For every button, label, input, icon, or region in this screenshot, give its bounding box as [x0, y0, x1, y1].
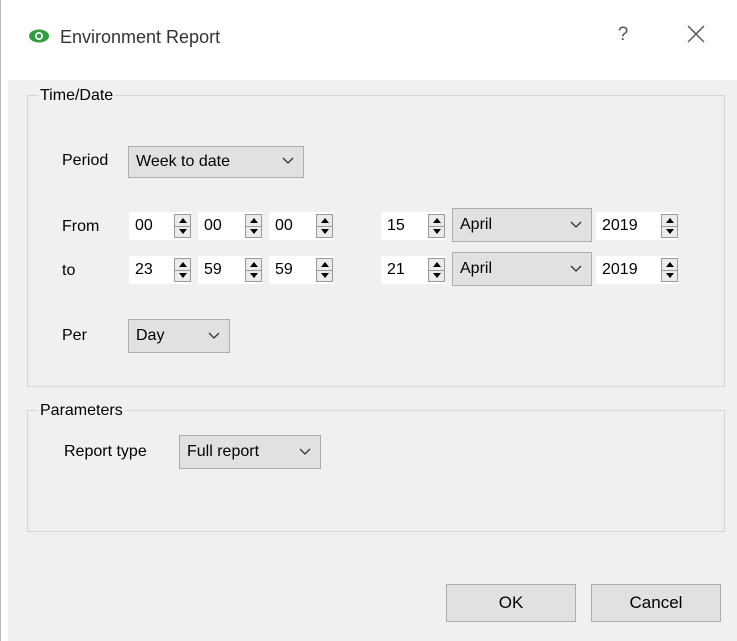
from-month-value: April — [460, 216, 493, 233]
to-year-spinbox[interactable]: 2019 — [596, 256, 678, 284]
period-value: Week to date — [136, 153, 230, 170]
parameters-group-title: Parameters — [38, 402, 125, 420]
spin-arrows[interactable] — [661, 258, 678, 282]
title-bar: Environment Report ? — [8, 0, 737, 80]
from-second-value: 00 — [275, 217, 293, 234]
ok-button[interactable]: OK — [446, 584, 576, 622]
from-hour-spinbox[interactable]: 00 — [129, 212, 191, 240]
period-label: Period — [62, 152, 109, 169]
environment-report-dialog: Environment Report ? Time/Date Period We… — [8, 0, 737, 641]
spin-arrows[interactable] — [316, 214, 333, 238]
to-label: to — [62, 262, 76, 279]
from-year-value: 2019 — [602, 217, 638, 234]
window-title: Environment Report — [60, 27, 221, 47]
spin-arrows[interactable] — [174, 214, 191, 238]
cancel-button[interactable]: Cancel — [591, 584, 721, 622]
to-month-value: April — [460, 260, 493, 277]
spin-arrows[interactable] — [245, 258, 262, 282]
report-type-value: Full report — [187, 443, 260, 460]
from-year-spinbox[interactable]: 2019 — [596, 212, 678, 240]
to-second-spinbox[interactable]: 59 — [269, 256, 333, 284]
to-day-value: 21 — [387, 261, 405, 278]
from-day-value: 15 — [387, 217, 405, 234]
eye-icon — [29, 29, 49, 43]
chevron-down-icon — [282, 157, 294, 164]
from-second-spinbox[interactable]: 00 — [269, 212, 333, 240]
to-hour-value: 23 — [135, 261, 153, 278]
period-select[interactable]: Week to date — [128, 146, 304, 178]
spin-arrows[interactable] — [428, 258, 445, 282]
to-second-value: 59 — [275, 261, 293, 278]
per-select[interactable]: Day — [128, 319, 230, 353]
spin-arrows[interactable] — [428, 214, 445, 238]
to-hour-spinbox[interactable]: 23 — [129, 256, 191, 284]
spin-arrows[interactable] — [245, 214, 262, 238]
from-day-spinbox[interactable]: 15 — [381, 212, 445, 240]
help-button[interactable]: ? — [612, 24, 634, 46]
spin-arrows[interactable] — [316, 258, 333, 282]
from-minute-spinbox[interactable]: 00 — [198, 212, 262, 240]
chevron-down-icon — [208, 332, 220, 339]
to-minute-value: 59 — [204, 261, 222, 278]
background-edge — [0, 0, 1, 641]
to-month-select[interactable]: April — [452, 252, 592, 286]
close-icon[interactable] — [684, 22, 708, 46]
spin-arrows[interactable] — [661, 214, 678, 238]
report-type-label: Report type — [64, 443, 147, 460]
to-day-spinbox[interactable]: 21 — [381, 256, 445, 284]
parameters-group — [27, 410, 725, 532]
per-label: Per — [62, 327, 87, 344]
per-value: Day — [136, 327, 165, 344]
chevron-down-icon — [570, 265, 582, 272]
from-label: From — [62, 218, 100, 235]
time-date-group-title: Time/Date — [38, 87, 116, 105]
from-hour-value: 00 — [135, 217, 153, 234]
to-year-value: 2019 — [602, 261, 638, 278]
from-month-select[interactable]: April — [452, 208, 592, 242]
from-minute-value: 00 — [204, 217, 222, 234]
to-minute-spinbox[interactable]: 59 — [198, 256, 262, 284]
report-type-select[interactable]: Full report — [179, 435, 321, 469]
chevron-down-icon — [570, 221, 582, 228]
spin-arrows[interactable] — [174, 258, 191, 282]
chevron-down-icon — [299, 448, 311, 455]
